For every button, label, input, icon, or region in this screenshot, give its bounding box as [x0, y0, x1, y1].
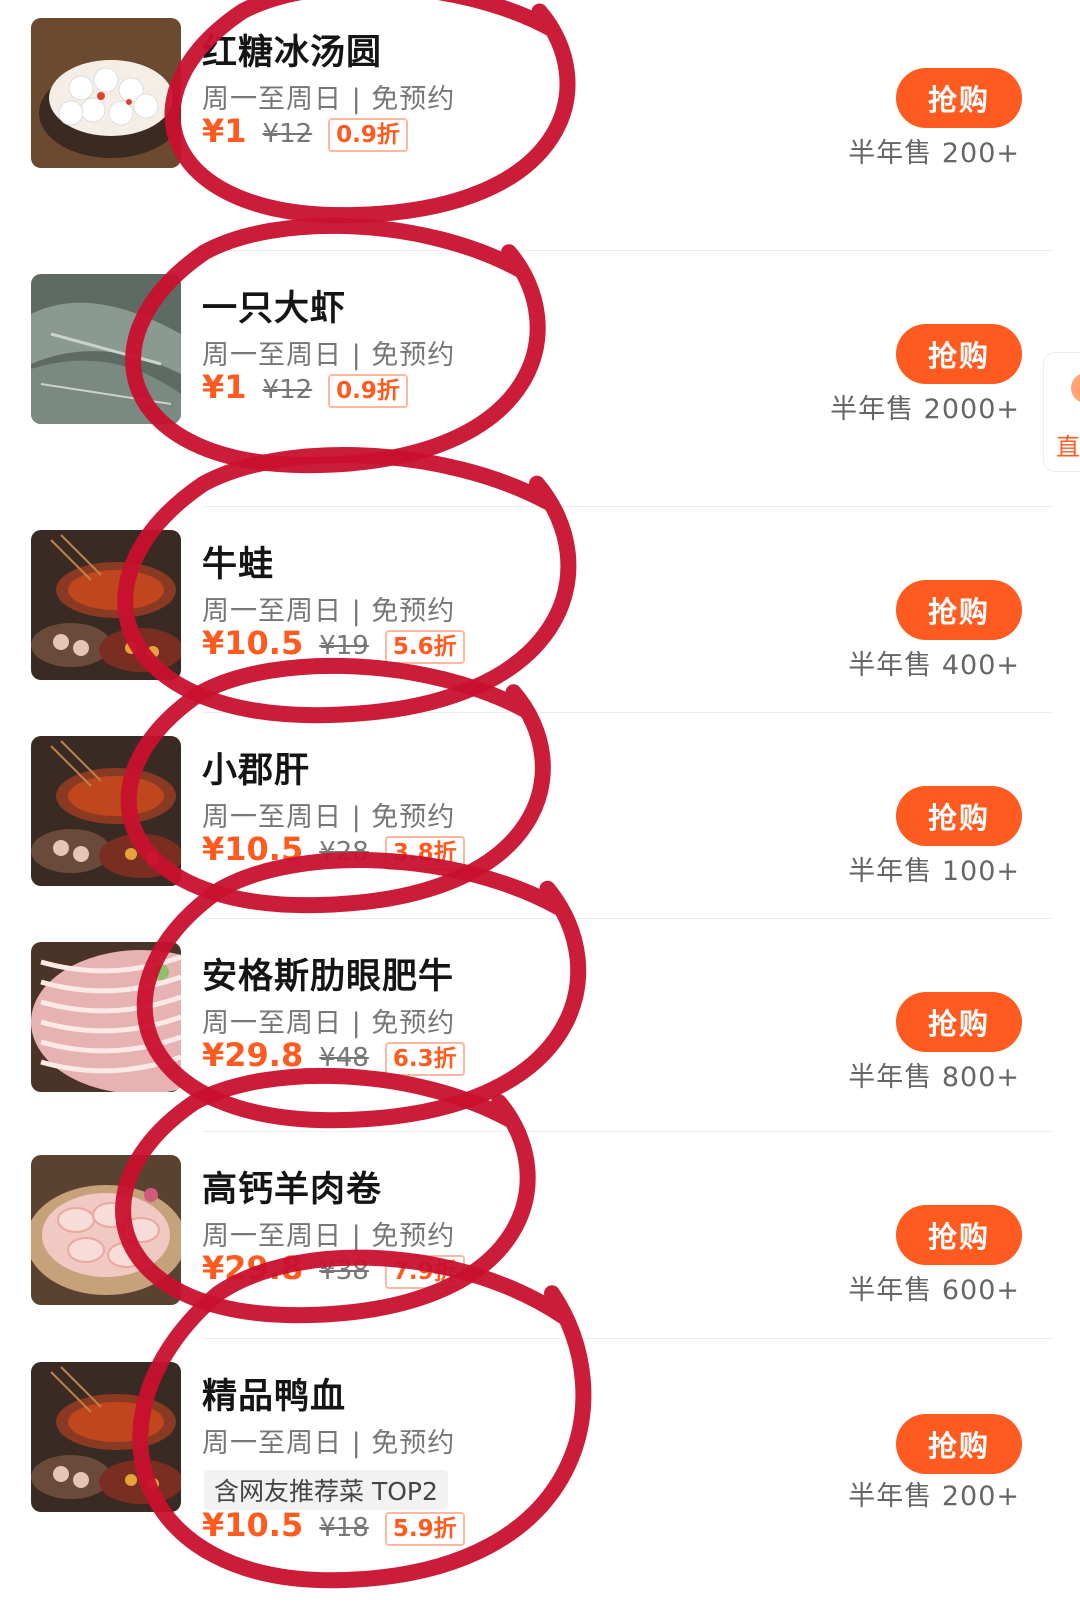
- deal-name: 小郡肝: [202, 751, 311, 791]
- price-row: ¥10.5 ¥18 5.9折: [202, 1506, 465, 1546]
- price-row: ¥1 ¥12 0.9折: [202, 112, 408, 152]
- discount-badge: 0.9折: [328, 118, 408, 152]
- price-row: ¥10.5 ¥28 3.8折: [202, 830, 465, 870]
- discount-badge: 6.3折: [384, 1042, 465, 1076]
- price-row: ¥29.8 ¥38 7.9折: [202, 1249, 465, 1289]
- original-price: ¥48: [319, 1043, 369, 1073]
- sales-count: 半年售 800+: [848, 1062, 1020, 1093]
- side-floating-tab[interactable]: 直: [1043, 352, 1080, 472]
- deal-thumbnail[interactable]: [31, 736, 181, 886]
- row-divider: [202, 1338, 1052, 1339]
- deal-name: 高钙羊肉卷: [202, 1170, 383, 1210]
- row-divider: [202, 918, 1052, 919]
- deal-price: ¥10.5: [202, 624, 304, 662]
- discount-badge: 3.8折: [384, 836, 465, 870]
- deal-price: ¥29.8: [202, 1036, 304, 1074]
- buy-button[interactable]: 抢购: [896, 1205, 1022, 1265]
- deal-price: ¥10.5: [202, 830, 304, 868]
- row-divider: [202, 506, 1052, 507]
- original-price: ¥28: [319, 837, 369, 867]
- original-price: ¥19: [319, 631, 369, 661]
- buy-button[interactable]: 抢购: [896, 1414, 1022, 1474]
- discount-badge: 5.9折: [384, 1512, 465, 1546]
- price-row: ¥10.5 ¥19 5.6折: [202, 624, 465, 664]
- deal-availability: 周一至周日 | 免预约: [202, 596, 456, 627]
- deal-name: 牛蛙: [202, 545, 275, 585]
- deal-availability: 周一至周日 | 免预约: [202, 84, 456, 115]
- deal-price: ¥10.5: [202, 1506, 304, 1544]
- deal-price: ¥1: [202, 112, 247, 150]
- sales-count: 半年售 100+: [848, 856, 1020, 887]
- sales-count: 半年售 2000+: [830, 394, 1020, 425]
- price-row: ¥29.8 ¥48 6.3折: [202, 1036, 465, 1076]
- deal-availability: 周一至周日 | 免预约: [202, 1008, 456, 1039]
- deal-thumbnail[interactable]: [31, 274, 181, 424]
- discount-badge: 7.9折: [384, 1255, 465, 1289]
- deal-name: 一只大虾: [202, 289, 347, 329]
- deal-availability: 周一至周日 | 免预约: [202, 1428, 456, 1459]
- deal-availability: 周一至周日 | 免预约: [202, 340, 456, 371]
- deal-thumbnail[interactable]: [31, 530, 181, 680]
- deal-price: ¥29.8: [202, 1249, 304, 1287]
- buy-button[interactable]: 抢购: [896, 992, 1022, 1052]
- deal-name: 安格斯肋眼肥牛: [202, 957, 455, 997]
- buy-button[interactable]: 抢购: [896, 68, 1022, 128]
- row-divider: [202, 250, 1052, 251]
- original-price: ¥12: [262, 119, 313, 149]
- row-divider: [202, 712, 1052, 713]
- discount-badge: 0.9折: [328, 374, 408, 408]
- original-price: ¥38: [319, 1256, 369, 1286]
- deal-name: 红糖冰汤圆: [202, 33, 383, 73]
- buy-button[interactable]: 抢购: [896, 324, 1022, 384]
- buy-button[interactable]: 抢购: [896, 580, 1022, 640]
- sales-count: 半年售 200+: [848, 138, 1020, 169]
- deal-thumbnail[interactable]: [31, 18, 181, 168]
- price-row: ¥1 ¥12 0.9折: [202, 368, 408, 408]
- original-price: ¥12: [262, 375, 313, 405]
- buy-button[interactable]: 抢购: [896, 786, 1022, 846]
- original-price: ¥18: [319, 1513, 369, 1543]
- deal-availability: 周一至周日 | 免预约: [202, 1221, 456, 1252]
- sales-count: 半年售 600+: [848, 1275, 1020, 1306]
- deal-thumbnail[interactable]: [31, 942, 181, 1092]
- deal-thumbnail[interactable]: [31, 1155, 181, 1305]
- deal-price: ¥1: [202, 368, 247, 406]
- row-divider: [202, 1131, 1052, 1132]
- side-tab-label: 直: [1056, 433, 1080, 461]
- sales-count: 半年售 200+: [848, 1481, 1020, 1512]
- deal-thumbnail[interactable]: [31, 1362, 181, 1512]
- red-circle-mark: [117, 447, 577, 724]
- side-tab-icon: [1071, 373, 1080, 403]
- sales-count: 半年售 400+: [848, 650, 1020, 681]
- deal-availability: 周一至周日 | 免预约: [202, 802, 456, 833]
- discount-badge: 5.6折: [384, 630, 465, 664]
- recommend-tag: 含网友推荐菜 TOP2: [204, 1470, 448, 1510]
- deal-name: 精品鸭血: [202, 1377, 347, 1417]
